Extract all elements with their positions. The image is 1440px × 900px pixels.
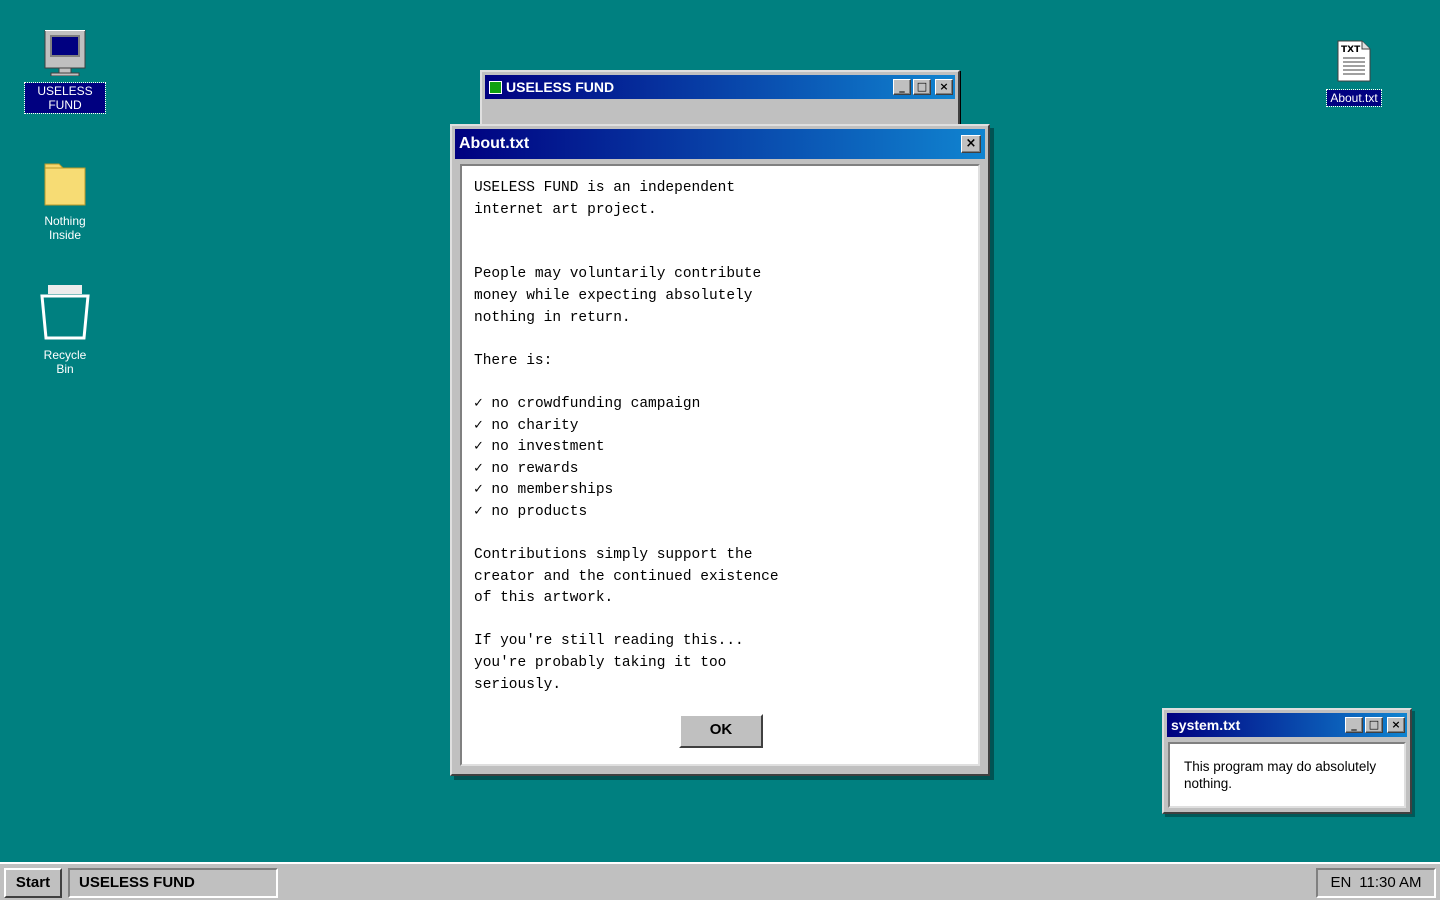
window-title: system.txt (1171, 717, 1241, 733)
taskbar-item-useless-fund[interactable]: USELESS FUND (68, 868, 278, 898)
system-tray: EN 11:30 AM (1316, 868, 1436, 898)
about-text-body: USELESS FUND is an independent internet a… (474, 178, 779, 696)
text-line (474, 243, 779, 265)
maximize-button[interactable]: □ (1365, 717, 1383, 733)
start-button[interactable]: Start (4, 868, 62, 898)
close-button[interactable]: × (1387, 717, 1405, 733)
app-icon (489, 80, 502, 94)
desktop-icon-label: Nothing Inside (44, 214, 86, 242)
close-button[interactable]: × (961, 135, 981, 153)
checklist-item: ✓ no charity (474, 417, 579, 434)
system-message-area: This program may do absolutely nothing. (1168, 742, 1406, 808)
desktop-icon-nothing-inside[interactable]: Nothing Inside (25, 160, 105, 243)
maximize-button[interactable]: □ (913, 79, 931, 95)
computer-icon (43, 29, 87, 81)
text-file-icon: TXT (1337, 40, 1371, 82)
system-window[interactable]: system.txt _ □ × This program may do abs… (1162, 708, 1412, 814)
text-line (474, 610, 779, 632)
checklist-item: ✓ no rewards (474, 460, 579, 477)
text-line: money while expecting absolutely (474, 287, 753, 304)
system-window-titlebar[interactable]: system.txt _ □ × (1167, 713, 1407, 737)
taskbar: Start USELESS FUND EN 11:30 AM (0, 862, 1440, 900)
close-button[interactable]: × (935, 79, 953, 95)
text-line: creator and the continued existence (474, 568, 779, 585)
clock: 11:30 AM (1359, 874, 1422, 891)
desktop-icon-label: USELESS FUND (24, 82, 106, 114)
desktop-icon-recycle-bin[interactable]: Recycle Bin (25, 284, 105, 377)
file-type-badge: TXT (1341, 45, 1361, 55)
text-line: Contributions simply support the (474, 547, 753, 564)
checklist-item: ✓ no products (474, 503, 588, 520)
about-window-titlebar[interactable]: About.txt × (455, 129, 985, 159)
system-message: This program may do absolutely nothing. (1184, 759, 1377, 791)
about-window[interactable]: About.txt × USELESS FUND is an independe… (450, 124, 990, 776)
recycle-bin-icon (39, 284, 91, 345)
checklist-item: ✓ no crowdfunding campaign (474, 395, 701, 412)
desktop-icon-label: About.txt (1326, 89, 1382, 107)
checklist-item: ✓ no memberships (474, 482, 614, 499)
window-title: About.txt (459, 135, 530, 152)
text-line: USELESS FUND is an independent (474, 180, 736, 196)
text-line: nothing in return. (474, 309, 631, 326)
folder-icon (43, 160, 87, 211)
text-line: internet art project. (474, 201, 657, 218)
text-line: There is: (474, 352, 553, 369)
text-line: of this artwork. (474, 590, 614, 607)
main-window-titlebar[interactable]: USELESS FUND _ □ × (485, 75, 955, 99)
desktop-icon-about-txt[interactable]: TXT About.txt (1314, 40, 1394, 107)
minimize-button[interactable]: _ (1345, 717, 1363, 733)
text-line (474, 221, 779, 243)
text-line: seriously. (474, 676, 562, 693)
text-line (474, 329, 779, 351)
about-text-area: USELESS FUND is an independent internet a… (460, 164, 980, 766)
text-line (474, 372, 779, 394)
desktop-icon-useless-fund[interactable]: USELESS FUND (24, 29, 106, 114)
text-line: If you're still reading this... (474, 633, 744, 650)
window-title: USELESS FUND (506, 79, 615, 95)
desktop-icon-label: Recycle Bin (43, 348, 87, 376)
checklist-item: ✓ no investment (474, 439, 605, 456)
text-line: People may voluntarily contribute (474, 266, 762, 283)
language-indicator[interactable]: EN (1330, 870, 1351, 896)
text-line (474, 524, 779, 546)
text-line: you're probably taking it too (474, 655, 727, 672)
ok-button[interactable]: OK (679, 714, 763, 748)
minimize-button[interactable]: _ (893, 79, 911, 95)
